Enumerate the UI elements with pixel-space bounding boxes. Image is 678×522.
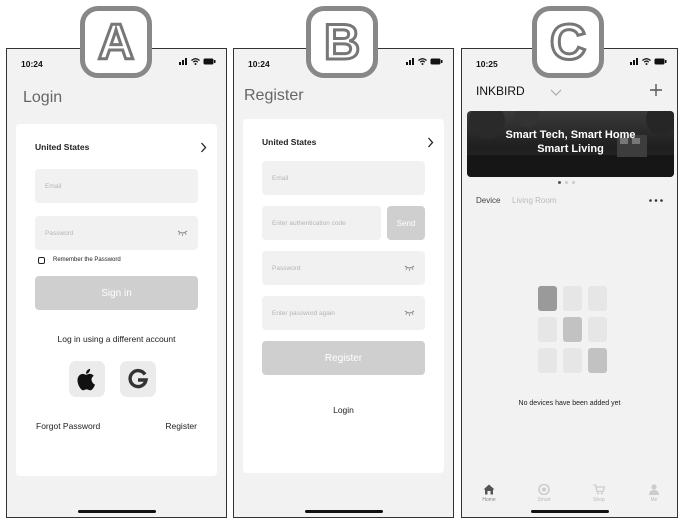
home-selector[interactable]: INKBIRD — [476, 84, 525, 98]
confirm-password-field[interactable]: Enter password again — [262, 296, 425, 330]
password-field[interactable]: Password — [262, 251, 425, 285]
nav-home[interactable]: Home — [474, 484, 504, 503]
nav-smart-label: Smart — [537, 497, 551, 503]
empty-tile — [538, 286, 557, 311]
status-time: 10:24 — [21, 59, 43, 69]
eye-off-icon[interactable] — [177, 230, 188, 236]
empty-tile — [588, 317, 607, 342]
empty-message: No devices have been added yet — [518, 400, 621, 407]
login-card: United States Email Password Remember th… — [16, 124, 217, 476]
chevron-down-icon[interactable] — [550, 89, 562, 96]
apple-icon — [77, 368, 95, 391]
status-icons — [630, 58, 667, 65]
empty-tile — [588, 286, 607, 311]
battery-icon — [430, 58, 443, 65]
country-label[interactable]: United States — [262, 137, 316, 147]
home-indicator — [530, 510, 609, 513]
badge-a: A — [80, 6, 152, 78]
more-icon[interactable] — [649, 199, 663, 202]
auth-code-field[interactable]: Enter authentication code — [262, 206, 381, 240]
plus-icon[interactable] — [649, 83, 663, 97]
nav-smart[interactable]: Smart — [529, 484, 559, 503]
page-title: Register — [244, 87, 304, 104]
status-icons — [179, 58, 216, 65]
nav-home-label: Home — [482, 497, 496, 503]
status-time: 10:25 — [476, 59, 498, 69]
empty-tile — [538, 348, 557, 373]
shop-icon — [593, 484, 605, 495]
home-indicator — [77, 510, 156, 513]
signal-icon — [179, 58, 187, 65]
me-icon — [649, 484, 659, 495]
banner-subline: Smart Living — [537, 143, 604, 155]
pager-dot — [572, 181, 575, 184]
empty-tile — [563, 286, 582, 311]
login-screen: 10:24 Login United States Email Password… — [6, 48, 227, 518]
eye-off-icon[interactable] — [404, 265, 415, 271]
register-screen: 10:24 Register United States Email Enter… — [233, 48, 454, 518]
register-button[interactable]: Register — [262, 341, 425, 375]
battery-icon — [203, 58, 216, 65]
badge-c: C — [532, 6, 604, 78]
eye-off-icon[interactable] — [404, 310, 415, 316]
home-indicator — [304, 510, 383, 513]
send-code-button[interactable]: Send — [387, 206, 425, 240]
tab-living-room[interactable]: Living Room — [512, 196, 556, 205]
forgot-password-link[interactable]: Forgot Password — [36, 421, 100, 431]
empty-tile — [563, 317, 582, 342]
pager-dot-active — [558, 181, 561, 184]
home-screen: 10:25 INKBIRD Smart Tech, Smart Home Sma… — [461, 48, 678, 518]
email-field[interactable]: Email — [35, 169, 198, 203]
nav-me-label: Me — [650, 497, 658, 503]
smart-icon — [538, 484, 550, 495]
register-card: United States Email Enter authentication… — [243, 119, 444, 473]
register-link[interactable]: Register — [165, 421, 197, 431]
login-link[interactable]: Login — [243, 405, 444, 415]
nav-me[interactable]: Me — [639, 484, 669, 503]
alt-login-label: Log in using a different account — [57, 334, 176, 344]
battery-icon — [654, 58, 667, 65]
password-placeholder: Password — [45, 229, 74, 237]
password-placeholder: Password — [272, 264, 301, 272]
wifi-icon — [418, 58, 427, 65]
status-icons — [406, 58, 443, 65]
apple-login-button[interactable] — [69, 361, 105, 397]
confirm-password-placeholder: Enter password again — [272, 309, 335, 317]
wifi-icon — [191, 58, 200, 65]
banner-headline: Smart Tech, Smart Home — [505, 129, 636, 141]
email-field[interactable]: Email — [262, 161, 425, 195]
sign-in-button[interactable]: Sign in — [35, 276, 198, 310]
page-title: Login — [23, 89, 63, 106]
promo-banner[interactable]: Smart Tech, Smart Home Smart Living — [467, 111, 674, 177]
empty-tile — [563, 348, 582, 373]
remember-label: Remember the Password — [53, 257, 121, 263]
nav-shop-label: Shop — [593, 497, 605, 503]
password-field[interactable]: Password — [35, 216, 198, 250]
pager-dot — [565, 181, 568, 184]
banner-pager — [558, 181, 575, 184]
nav-shop[interactable]: Shop — [584, 484, 614, 503]
empty-tile — [588, 348, 607, 373]
chevron-right-icon[interactable] — [200, 142, 207, 153]
signal-icon — [406, 58, 414, 65]
home-icon — [483, 484, 495, 495]
chevron-right-icon[interactable] — [427, 137, 434, 148]
country-label[interactable]: United States — [35, 142, 89, 152]
google-icon — [128, 368, 149, 389]
tab-device[interactable]: Device — [476, 196, 500, 205]
status-time: 10:24 — [248, 59, 270, 69]
empty-tile — [538, 317, 557, 342]
badge-b: B — [306, 6, 378, 78]
wifi-icon — [642, 58, 651, 65]
remember-checkbox[interactable] — [38, 257, 45, 264]
signal-icon — [630, 58, 638, 65]
google-login-button[interactable] — [120, 361, 156, 397]
